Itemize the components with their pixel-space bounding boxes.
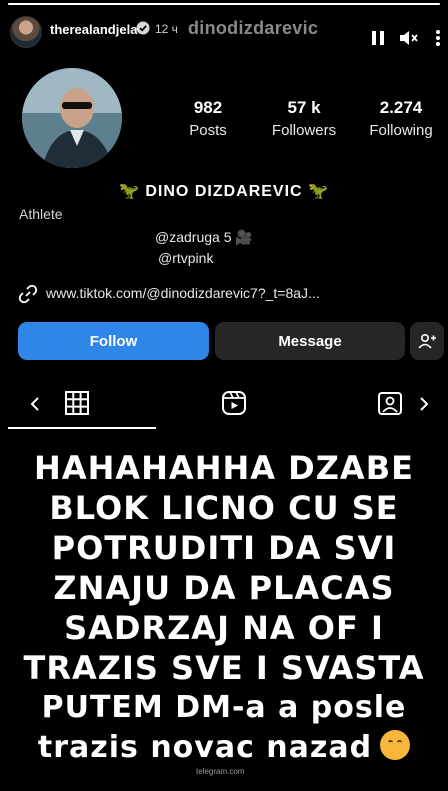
dinosaur-icon: 🦖	[119, 183, 140, 200]
followers-count: 57 k	[287, 98, 321, 117]
overlay-line: PUTEM DM-a a posle	[41, 690, 407, 725]
tagged-icon[interactable]	[377, 390, 403, 416]
message-button[interactable]: Message	[215, 322, 405, 360]
posts-count: 982	[193, 98, 223, 117]
followers-label: Followers	[271, 122, 337, 139]
story-author-avatar[interactable]	[10, 16, 42, 48]
reels-icon[interactable]	[221, 390, 247, 416]
story-progress-bar	[0, 0, 448, 6]
story-overlay-text: HAHAHAHHA DZABE BLOK LICNO CU SE POTRUDI…	[0, 448, 448, 768]
overlay-line: HAHAHAHHA DZABE	[34, 449, 414, 487]
profile-avatar[interactable]	[22, 68, 122, 168]
dinosaur-icon: 🦖	[308, 183, 329, 200]
posts-label: Posts	[189, 122, 227, 139]
posts-stat[interactable]: 982 Posts	[163, 98, 253, 139]
overlay-line: BLOK LICNO CU SE	[49, 489, 399, 527]
suggest-users-button[interactable]	[410, 322, 444, 360]
profile-link-text[interactable]: www.tiktok.com/@dinodizdarevic7?_t=8aJ..…	[46, 285, 320, 301]
story-timestamp: 12 ч	[155, 22, 178, 36]
profile-link[interactable]: www.tiktok.com/@dinodizdarevic7?_t=8aJ..…	[18, 284, 438, 304]
bio-line-2[interactable]: @rtvpink	[158, 250, 213, 266]
overlay-line-text: trazis novac nazad	[37, 730, 373, 765]
display-name: DINO DIZDAREVIC	[145, 183, 303, 200]
overlay-line: ZNAJU DA PLACAS	[53, 569, 395, 607]
profile-tabs	[0, 384, 448, 424]
following-count: 2.274	[379, 98, 423, 117]
chevron-right-icon[interactable]	[417, 394, 431, 414]
add-person-icon	[418, 333, 436, 349]
bio-line-1[interactable]: @zadruga 5 🎥	[155, 229, 253, 246]
overlay-line: SADRZAJ NA OF I	[64, 609, 384, 647]
watermark-bottom: telegram.com	[196, 767, 245, 776]
pause-icon[interactable]	[368, 28, 388, 48]
mute-icon[interactable]	[398, 28, 418, 48]
following-label: Following	[369, 122, 433, 139]
active-tab-indicator	[8, 427, 156, 429]
follow-button[interactable]: Follow	[18, 322, 209, 360]
overlay-line: TRAZIS SVE I SVASTA	[23, 649, 425, 687]
overlay-line-last: trazis novac nazad	[0, 728, 448, 768]
display-name-row: 🦖 DINO DIZDAREVIC 🦖	[0, 181, 448, 201]
story-author-username[interactable]: therealandjela	[50, 22, 137, 37]
chevron-left-icon[interactable]	[28, 394, 42, 414]
grid-icon[interactable]	[64, 390, 90, 416]
watermark-username: dinodizdarevic	[188, 18, 319, 38]
verified-badge-icon	[136, 21, 150, 35]
more-options-icon[interactable]	[428, 28, 448, 48]
followers-stat[interactable]: 57 k Followers	[259, 98, 349, 139]
story-progress-fill	[8, 3, 440, 5]
following-stat[interactable]: 2.274 Following	[356, 98, 446, 139]
link-icon	[18, 284, 38, 304]
hugging-face-emoji-icon	[380, 730, 411, 760]
overlay-line: POTRUDITI DA SVI	[51, 529, 397, 567]
profile-category: Athlete	[19, 206, 63, 222]
